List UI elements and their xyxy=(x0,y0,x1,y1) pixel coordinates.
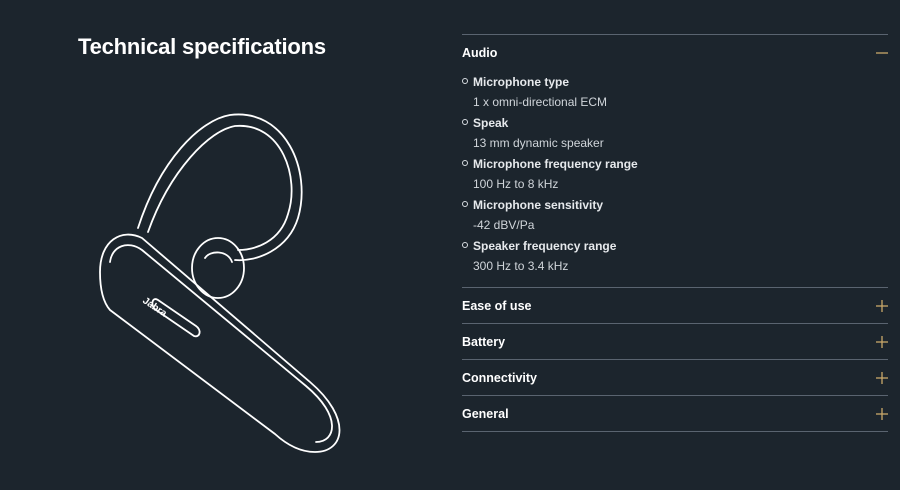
spec-value: -42 dBV/Pa xyxy=(473,218,535,232)
section-audio-title: Audio xyxy=(462,45,498,60)
plus-icon[interactable] xyxy=(876,335,888,348)
section-general-title: General xyxy=(462,406,509,421)
spec-name: Microphone sensitivity xyxy=(473,198,604,212)
section-general: General xyxy=(462,395,888,432)
spec-item-microphone-type: Microphone type 1 x omni-directional ECM xyxy=(462,74,888,111)
plus-icon[interactable] xyxy=(876,407,888,420)
section-ease-of-use-header[interactable]: Ease of use xyxy=(462,288,888,323)
spec-value: 1 x omni-directional ECM xyxy=(473,95,608,109)
bullet-icon xyxy=(462,78,468,84)
section-connectivity-title: Connectivity xyxy=(462,370,538,385)
minus-icon[interactable] xyxy=(876,47,888,59)
spec-value: 100 Hz to 8 kHz xyxy=(473,177,559,191)
specs-accordion: Audio Microphone type 1 x omni-direction… xyxy=(462,34,888,432)
plus-icon[interactable] xyxy=(876,299,888,312)
spec-name: Microphone frequency range xyxy=(473,157,638,171)
section-ease-of-use: Ease of use xyxy=(462,287,888,323)
section-audio: Audio Microphone type 1 x omni-direction… xyxy=(462,34,888,287)
section-battery-header[interactable]: Battery xyxy=(462,324,888,359)
section-audio-header[interactable]: Audio xyxy=(462,35,888,70)
section-general-header[interactable]: General xyxy=(462,396,888,431)
spec-name: Speak xyxy=(473,116,509,130)
section-connectivity-header[interactable]: Connectivity xyxy=(462,360,888,395)
spec-name: Speaker frequency range xyxy=(473,239,617,253)
spec-item-speaker-frequency-range: Speaker frequency range 300 Hz to 3.4 kH… xyxy=(462,238,888,275)
page-title: Technical specifications xyxy=(78,34,326,59)
spec-value: 13 mm dynamic speaker xyxy=(473,136,604,150)
audio-spec-list: Microphone type 1 x omni-directional ECM… xyxy=(462,74,888,287)
section-battery-title: Battery xyxy=(462,334,506,349)
spec-item-speak: Speak 13 mm dynamic speaker xyxy=(462,115,888,152)
bullet-icon xyxy=(462,201,468,207)
plus-icon[interactable] xyxy=(876,371,888,384)
spec-item-microphone-frequency-range: Microphone frequency range 100 Hz to 8 k… xyxy=(462,156,888,193)
section-ease-of-use-title: Ease of use xyxy=(462,298,532,313)
section-battery: Battery xyxy=(462,323,888,359)
headset-illustration: Jabra xyxy=(60,100,380,470)
bullet-icon xyxy=(462,119,468,125)
bullet-icon xyxy=(462,242,468,248)
section-connectivity: Connectivity xyxy=(462,359,888,395)
spec-value: 300 Hz to 3.4 kHz xyxy=(473,259,569,273)
spec-name: Microphone type xyxy=(473,75,570,89)
spec-item-microphone-sensitivity: Microphone sensitivity -42 dBV/Pa xyxy=(462,197,888,234)
bullet-icon xyxy=(462,160,468,166)
